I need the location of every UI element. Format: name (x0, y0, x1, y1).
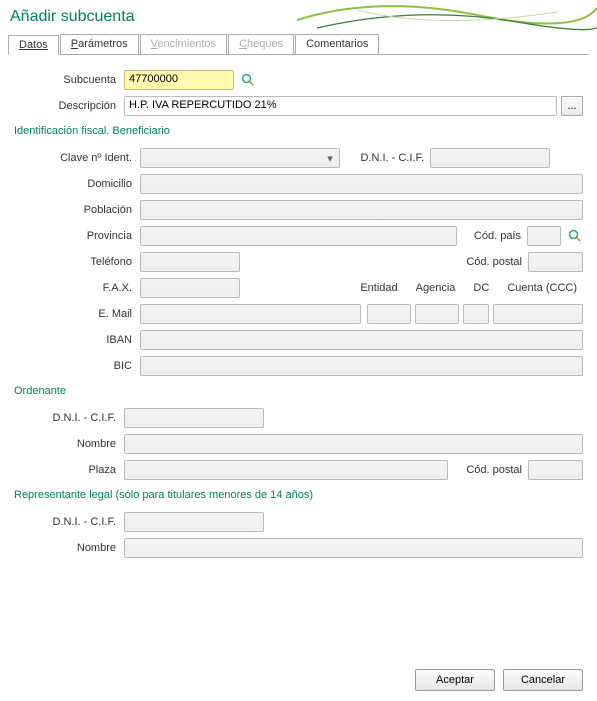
dni-input[interactable] (430, 148, 550, 168)
search-icon-pais[interactable] (567, 228, 583, 244)
dni-label: D.N.I. - C.I.F. (340, 152, 430, 164)
fax-input[interactable] (140, 278, 240, 298)
rep-nombre-input[interactable] (124, 538, 583, 558)
tab-parametros[interactable]: Parámetros (60, 34, 139, 54)
provincia-input[interactable] (140, 226, 457, 246)
ord-dni-input[interactable] (124, 408, 264, 428)
tab-cheques[interactable]: Cheques (228, 34, 294, 54)
email-label: E. Mail (30, 308, 140, 320)
descripcion-input[interactable]: H.P. IVA REPERCUTIDO 21% (124, 96, 557, 116)
entidad-input[interactable] (367, 304, 411, 324)
bic-input[interactable] (140, 356, 583, 376)
tab-datos[interactable]: Datos (8, 35, 59, 55)
email-input[interactable] (140, 304, 361, 324)
header: Añadir subcuenta (0, 0, 597, 34)
entidad-label: Entidad (354, 282, 403, 294)
poblacion-input[interactable] (140, 200, 583, 220)
cuenta-input[interactable] (493, 304, 583, 324)
codpostal-input[interactable] (528, 252, 583, 272)
rep-dni-label: D.N.I. - C.I.F. (30, 516, 124, 528)
domicilio-label: Domicilio (30, 178, 140, 190)
cuenta-label: Cuenta (CCC) (501, 282, 583, 294)
iban-input[interactable] (140, 330, 583, 350)
ord-codpostal-label: Cód. postal (448, 464, 528, 476)
section-representante-title: Representante legal (sólo para titulares… (14, 489, 583, 501)
telefono-input[interactable] (140, 252, 240, 272)
iban-label: IBAN (30, 334, 140, 346)
search-icon[interactable] (240, 72, 256, 88)
ord-nombre-label: Nombre (30, 438, 124, 450)
codpais-label: Cód. país (457, 230, 527, 242)
bic-label: BIC (30, 360, 140, 372)
section-ordenante-title: Ordenante (14, 385, 583, 397)
ord-nombre-input[interactable] (124, 434, 583, 454)
decorative-swoosh (297, 0, 597, 34)
subcuenta-label: Subcuenta (14, 74, 124, 86)
agencia-input[interactable] (415, 304, 459, 324)
chevron-down-icon: ▾ (321, 149, 339, 167)
clave-label: Clave nº Ident. (30, 152, 140, 164)
telefono-label: Teléfono (30, 256, 140, 268)
tab-comentarios[interactable]: Comentarios (295, 34, 379, 54)
ord-plaza-label: Plaza (30, 464, 124, 476)
rep-dni-input[interactable] (124, 512, 264, 532)
rep-nombre-label: Nombre (30, 542, 124, 554)
cancel-button[interactable]: Cancelar (503, 669, 583, 691)
subcuenta-input[interactable]: 47700000 (124, 70, 234, 90)
accept-button[interactable]: Aceptar (415, 669, 495, 691)
poblacion-label: Población (30, 204, 140, 216)
dialog-buttons: Aceptar Cancelar (415, 669, 583, 691)
codpostal-label: Cód. postal (448, 256, 528, 268)
fax-label: F.A.X. (30, 282, 140, 294)
codpais-input[interactable] (527, 226, 561, 246)
clave-dropdown[interactable]: ▾ (140, 148, 340, 168)
ord-codpostal-input[interactable] (528, 460, 583, 480)
agencia-label: Agencia (410, 282, 462, 294)
dc-input[interactable] (463, 304, 489, 324)
provincia-label: Provincia (30, 230, 140, 242)
panel-datos: Subcuenta 47700000 Descripción H.P. IVA … (0, 55, 597, 573)
tab-vencimientos[interactable]: Vencimientos (140, 34, 227, 54)
tabs: Datos Parámetros Vencimientos Cheques Co… (8, 34, 589, 55)
ord-dni-label: D.N.I. - C.I.F. (30, 412, 124, 424)
ord-plaza-input[interactable] (124, 460, 448, 480)
ellipsis-button[interactable]: ... (561, 96, 583, 116)
domicilio-input[interactable] (140, 174, 583, 194)
descripcion-label: Descripción (14, 100, 124, 112)
section-identificacion-title: Identificación fiscal. Beneficiario (14, 125, 583, 137)
dc-label: DC (467, 282, 495, 294)
page-title: Añadir subcuenta (10, 8, 135, 26)
